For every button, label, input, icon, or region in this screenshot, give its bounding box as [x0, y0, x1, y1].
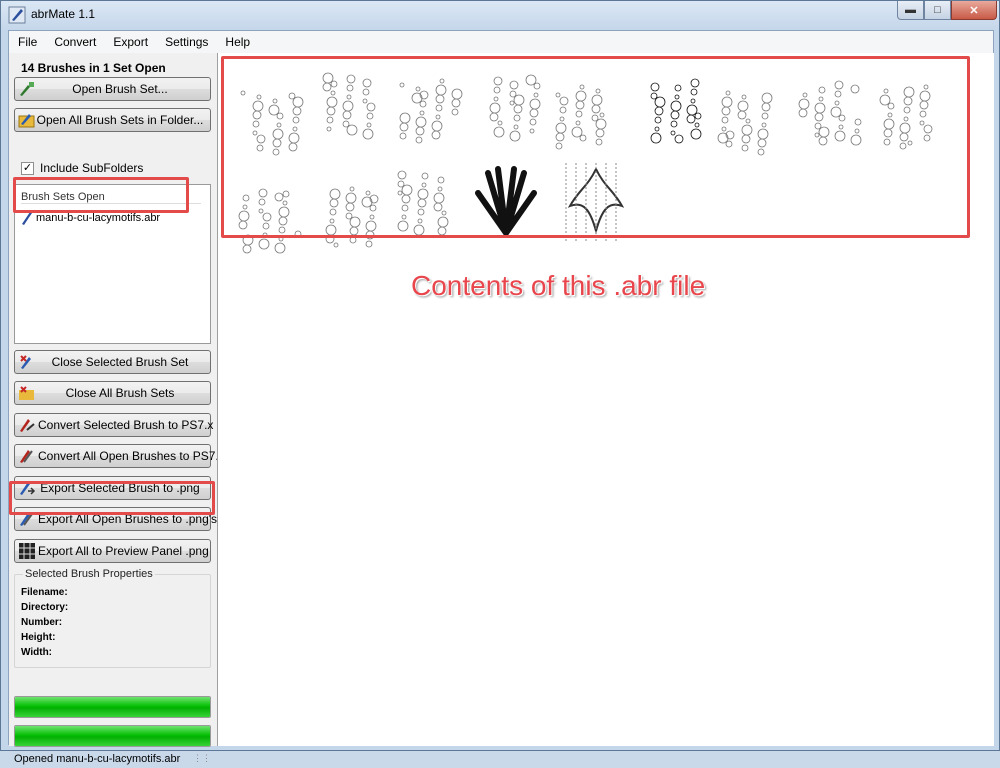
progress-fill-1 [15, 697, 210, 717]
export-preview-label: Export All to Preview Panel .png [38, 544, 209, 558]
left-panel: 14 Brushes in 1 Set Open Open Brush Set.… [9, 53, 225, 765]
width-label: Width: [21, 647, 53, 658]
properties-title: Selected Brush Properties [23, 568, 155, 580]
export-preview-button[interactable]: Export All to Preview Panel .png [14, 539, 211, 563]
annotation-callout: Contents of this .abr file [411, 270, 706, 301]
include-subfolders-row[interactable]: ✓ Include SubFolders [21, 161, 143, 175]
window-title: abrMate 1.1 [31, 7, 96, 21]
close-all-button[interactable]: Close All Brush Sets [14, 381, 211, 405]
open-brush-set-button[interactable]: Open Brush Set... [14, 77, 211, 101]
open-all-folder-button[interactable]: Open All Brush Sets in Folder... [14, 108, 211, 132]
menu-bar: File Convert Export Settings Help [9, 31, 993, 53]
brush-set-name: manu-b-cu-lacymotifs.abr [36, 212, 161, 224]
close-all-label: Close All Brush Sets [65, 386, 175, 400]
app-window: abrMate 1.1 ▬ □ ✕ File Convert Export Se… [0, 0, 1000, 765]
convert-selected-label: Convert Selected Brush to PS7.x [38, 418, 214, 432]
open-all-folder-label: Open All Brush Sets in Folder... [36, 113, 204, 127]
menu-export[interactable]: Export [104, 31, 156, 53]
progress-bar-1 [14, 696, 211, 718]
annotation-box-export [9, 481, 215, 515]
close-all-icon [19, 386, 34, 400]
list-item[interactable]: manu-b-cu-lacymotifs.abr [21, 211, 160, 225]
include-subfolders-checkbox[interactable]: ✓ [21, 161, 34, 175]
minimize-icon: ▬ [905, 4, 916, 16]
menu-settings[interactable]: Settings [156, 31, 216, 53]
close-selected-button[interactable]: Close Selected Brush Set [14, 350, 211, 374]
brush-open-icon [20, 82, 34, 96]
maximize-button[interactable]: □ [924, 1, 951, 20]
menu-file[interactable]: File [9, 31, 45, 53]
close-brush-icon [20, 355, 31, 369]
brush-file-icon [22, 212, 32, 225]
grid-icon [19, 543, 35, 559]
number-label: Number: [21, 617, 63, 628]
maximize-icon: □ [934, 4, 941, 16]
convert-icon [20, 419, 35, 432]
menu-convert[interactable]: Convert [45, 31, 104, 53]
app-brush-icon [8, 6, 26, 24]
resize-grip-icon[interactable]: ⋮⋮ [193, 753, 211, 764]
height-label: Height: [21, 632, 56, 643]
include-subfolders-label: Include SubFolders [40, 161, 144, 175]
convert-all-icon [20, 450, 33, 463]
menu-help[interactable]: Help [216, 31, 258, 53]
filename-label: Filename: [21, 587, 68, 598]
annotation-box-contents [221, 56, 970, 238]
close-button[interactable]: ✕ [951, 1, 997, 20]
close-icon: ✕ [969, 4, 979, 17]
minimize-button[interactable]: ▬ [897, 1, 924, 20]
brush-count-heading: 14 Brushes in 1 Set Open [21, 61, 166, 75]
progress-fill-2 [15, 726, 210, 746]
status-text: Opened manu-b-cu-lacymotifs.abr [14, 753, 181, 765]
title-bar: abrMate 1.1 ▬ □ ✕ [1, 1, 999, 29]
annotation-box-brushset [13, 177, 189, 213]
progress-bar-2 [14, 725, 211, 747]
brush-properties-group: Selected Brush Properties Filename: Dire… [14, 568, 211, 668]
convert-all-label: Convert All Open Brushes to PS7.x [38, 449, 225, 463]
status-bar: Opened manu-b-cu-lacymotifs.abr ⋮⋮ [9, 753, 217, 768]
open-brush-set-label: Open Brush Set... [72, 82, 168, 96]
convert-all-button[interactable]: Convert All Open Brushes to PS7.x [14, 444, 225, 468]
folder-open-icon [18, 114, 35, 128]
convert-selected-button[interactable]: Convert Selected Brush to PS7.x [14, 413, 213, 437]
close-selected-label: Close Selected Brush Set [51, 355, 189, 369]
directory-label: Directory: [21, 602, 69, 613]
